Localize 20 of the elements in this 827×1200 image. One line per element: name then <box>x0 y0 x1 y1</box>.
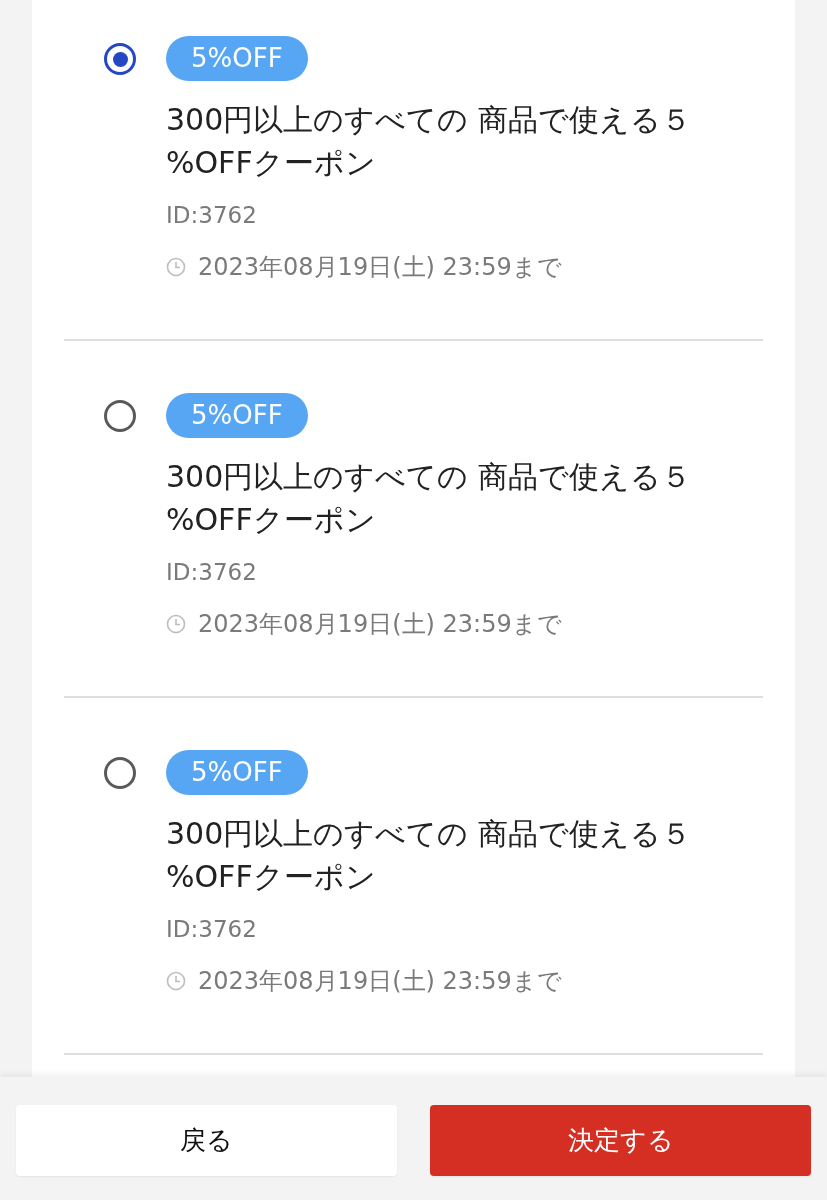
expiry-date: 2023年08月19日(土) 23:59まで <box>198 609 562 640</box>
coupon-id: ID:3762 <box>166 915 257 944</box>
discount-tag: 5%OFF <box>166 393 308 438</box>
expiry-date: 2023年08月19日(土) 23:59まで <box>198 252 562 283</box>
coupon-id: ID:3762 <box>166 558 257 587</box>
discount-tag: 5%OFF <box>166 750 308 795</box>
clock-icon <box>166 971 186 991</box>
radio-button[interactable] <box>104 43 136 75</box>
clock-icon <box>166 257 186 277</box>
coupon-title: 300円以上のすべての 商品で使える５%OFFクーポン <box>166 458 692 539</box>
radio-button[interactable] <box>104 400 136 432</box>
coupon-title: 300円以上のすべての 商品で使える５%OFFクーポン <box>166 101 692 182</box>
confirm-button[interactable]: 決定する <box>430 1104 811 1176</box>
coupon-id: ID:3762 <box>166 201 257 230</box>
coupon-title: 300円以上のすべての 商品で使える５%OFFクーポン <box>166 815 692 896</box>
expiry-date: 2023年08月19日(土) 23:59まで <box>198 966 562 997</box>
clock-icon <box>166 614 186 634</box>
back-button[interactable]: 戻る <box>16 1104 397 1176</box>
radio-button[interactable] <box>104 757 136 789</box>
discount-tag: 5%OFF <box>166 36 308 81</box>
